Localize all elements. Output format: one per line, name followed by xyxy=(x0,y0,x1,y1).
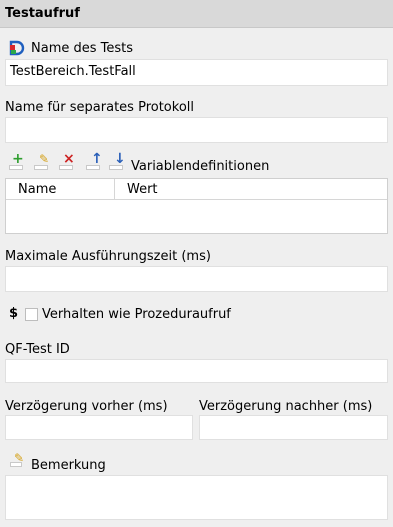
procedure-behavior-checkbox[interactable] xyxy=(25,308,38,321)
move-down-icon: ↓ xyxy=(114,151,126,167)
separate-protocol-field[interactable] xyxy=(5,117,388,143)
test-name-value: TestBereich.TestFall xyxy=(10,64,136,79)
move-up-button[interactable]: ↑ xyxy=(85,151,103,171)
add-variable-button[interactable]: + xyxy=(8,151,25,171)
section-header: Testaufruf xyxy=(0,0,393,28)
variables-table[interactable]: Name Wert xyxy=(5,178,388,234)
procedure-behavior-label: Verhalten wie Prozeduraufruf xyxy=(42,307,231,322)
max-time-label: Maximale Ausführungszeit (ms) xyxy=(5,249,211,264)
qftest-id-label: QF-Test ID xyxy=(5,342,70,357)
test-name-field[interactable]: TestBereich.TestFall xyxy=(5,59,388,86)
delay-after-field[interactable] xyxy=(199,415,388,440)
column-header-name[interactable]: Name xyxy=(6,179,115,200)
procedure-icon xyxy=(8,39,26,57)
column-header-value-label: Wert xyxy=(127,182,158,197)
qftest-id-field[interactable] xyxy=(5,359,388,383)
column-header-name-label: Name xyxy=(18,182,57,197)
comment-label: Bemerkung xyxy=(31,458,106,473)
move-up-icon: ↑ xyxy=(91,151,103,167)
edit-variable-button[interactable]: ✎ xyxy=(33,152,50,171)
delete-icon: × xyxy=(63,151,75,167)
comment-field[interactable] xyxy=(5,475,388,520)
delay-before-label: Verzögerung vorher (ms) xyxy=(5,399,168,414)
section-title: Testaufruf xyxy=(5,6,80,21)
delete-variable-button[interactable]: × xyxy=(58,151,75,171)
dollar-icon: $ xyxy=(9,306,19,321)
edit-icon: ✎ xyxy=(39,152,50,166)
separate-protocol-label: Name für separates Protokoll xyxy=(5,100,194,115)
add-icon: + xyxy=(12,151,24,167)
column-header-value[interactable]: Wert xyxy=(115,179,387,200)
move-down-button[interactable]: ↓ xyxy=(108,151,126,171)
variables-label: Variablendefinitionen xyxy=(131,159,270,174)
max-time-field[interactable] xyxy=(5,266,388,292)
delay-before-field[interactable] xyxy=(5,415,193,440)
test-name-label: Name des Tests xyxy=(31,41,134,56)
delay-after-label: Verzögerung nachher (ms) xyxy=(199,399,373,414)
comment-edit-icon: ✎ xyxy=(9,451,26,469)
